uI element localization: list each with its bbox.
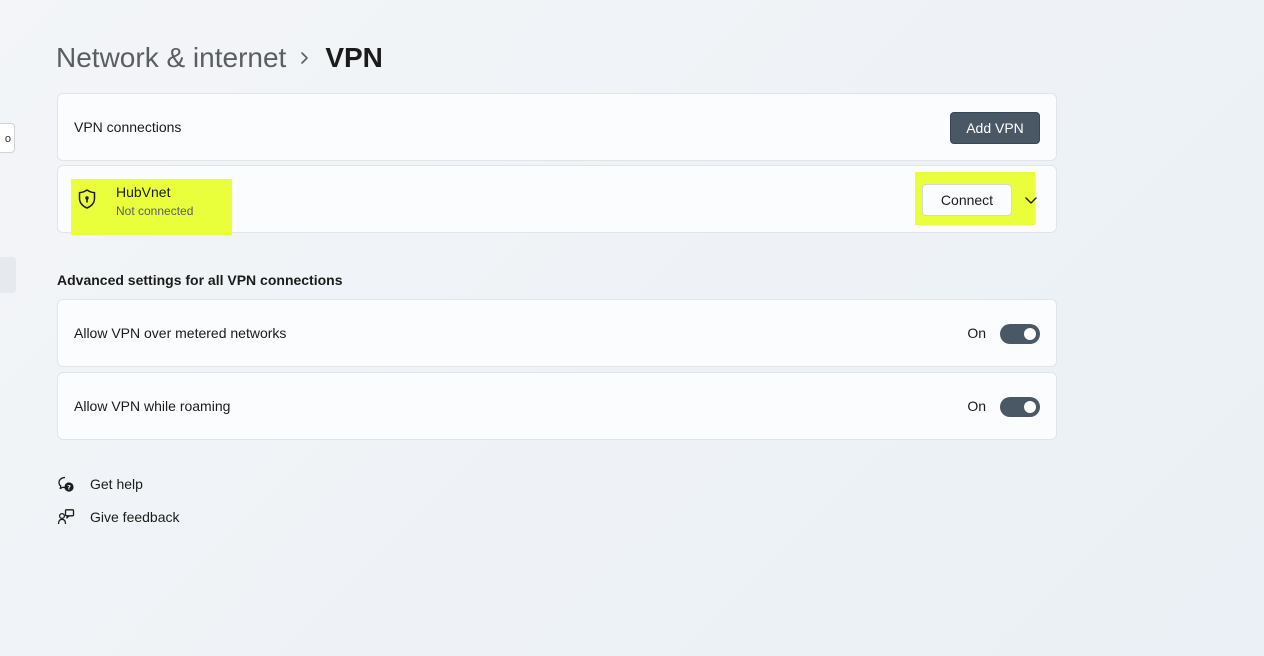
vpn-connections-card: VPN connections Add VPN [57, 93, 1057, 161]
metered-networks-toggle[interactable] [1000, 324, 1040, 344]
help-chat-icon: ? [57, 475, 75, 493]
add-vpn-button[interactable]: Add VPN [950, 112, 1040, 144]
sidebar-selected-item[interactable] [0, 257, 16, 293]
metered-networks-setting: Allow VPN over metered networks On [57, 299, 1057, 367]
chevron-down-icon[interactable] [1024, 193, 1038, 207]
toggle-knob [1024, 328, 1036, 340]
breadcrumb: Network & internet VPN [56, 38, 383, 78]
sidebar-search-box[interactable]: o [0, 123, 15, 153]
metered-networks-state: On [967, 325, 986, 341]
metered-networks-label: Allow VPN over metered networks [74, 325, 287, 341]
get-help-link[interactable]: ? Get help [57, 475, 143, 493]
roaming-toggle[interactable] [1000, 397, 1040, 417]
vpn-status: Not connected [116, 204, 194, 218]
feedback-icon [57, 508, 75, 526]
advanced-settings-heading: Advanced settings for all VPN connection… [57, 272, 343, 288]
svg-text:?: ? [67, 483, 71, 491]
give-feedback-label: Give feedback [90, 509, 180, 525]
connect-button[interactable]: Connect [922, 184, 1012, 216]
vpn-connections-label: VPN connections [74, 119, 182, 135]
chevron-right-icon [300, 51, 309, 65]
breadcrumb-network-internet[interactable]: Network & internet [56, 42, 286, 74]
vpn-name: HubVnet [116, 184, 171, 200]
shield-lock-icon [76, 188, 98, 210]
roaming-label: Allow VPN while roaming [74, 398, 231, 414]
roaming-setting: Allow VPN while roaming On [57, 372, 1057, 440]
roaming-state: On [967, 398, 986, 414]
sidebar-search-partial-text: o [4, 133, 11, 145]
vpn-entry-card[interactable]: HubVnet Not connected Connect [57, 165, 1057, 235]
give-feedback-link[interactable]: Give feedback [57, 508, 180, 526]
page-title: VPN [325, 42, 383, 73]
toggle-knob [1024, 401, 1036, 413]
get-help-label: Get help [90, 476, 143, 492]
